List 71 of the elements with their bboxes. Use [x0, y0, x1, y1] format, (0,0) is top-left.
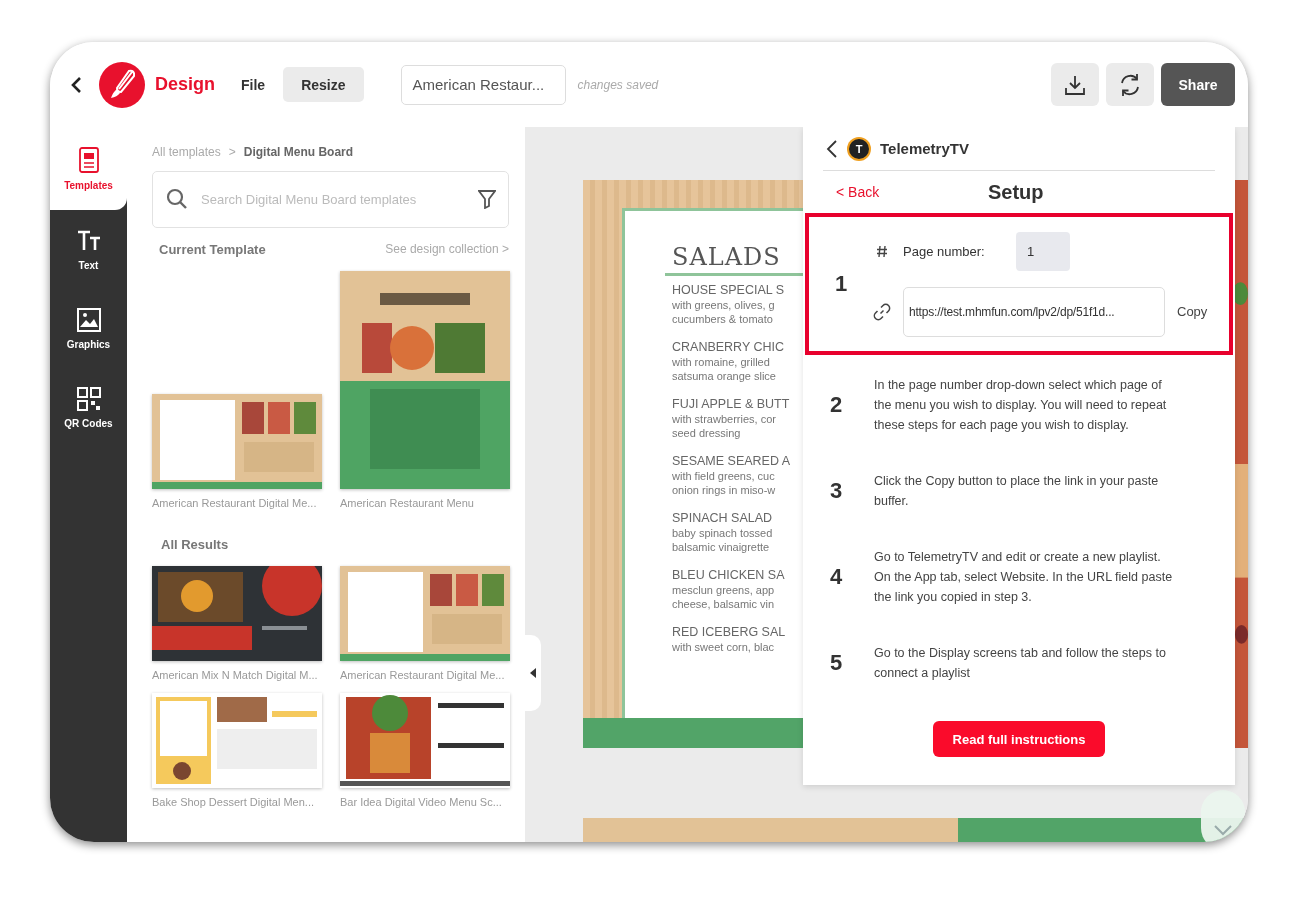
template-caption[interactable]: American Restaurant Digital Me... [152, 497, 322, 509]
instructions-button[interactable]: Read full instructions [933, 721, 1105, 757]
collapse-handle[interactable] [525, 635, 541, 711]
menu-item-name: BLEU CHICKEN SA [672, 567, 785, 583]
menu-item-name: FUJI APPLE & BUTT [672, 396, 790, 412]
template-caption[interactable]: Bake Shop Dessert Digital Men... [152, 796, 322, 808]
save-status: changes saved [577, 77, 659, 92]
menu-item-description: with field greens, cuc [672, 469, 775, 483]
back-link[interactable]: < Back [836, 184, 988, 200]
back-icon[interactable] [826, 138, 838, 159]
share-button[interactable]: Share [1161, 63, 1235, 106]
menu-item-description: with romaine, grilled [672, 355, 770, 369]
step-number: 4 [828, 564, 844, 590]
template-caption[interactable]: American Restaurant Menu [340, 497, 510, 509]
app-name: Design [155, 74, 215, 95]
document-title-field[interactable]: American Restaur... [400, 64, 566, 105]
menu-item-description: cucumbers & tomato [672, 312, 773, 326]
menu-button[interactable]: File [241, 67, 282, 102]
step-text: Go to the Display screens tab and follow the steps to connect a playlist [874, 645, 1167, 682]
step-text: Go to TelemetryTV and edit or create a new playlist. On the App tab, select Website. In the URL field paste the link you copied in step 3. [874, 549, 1174, 606]
step-number: 2 [828, 392, 844, 418]
search-icon [165, 187, 189, 211]
url-field[interactable]: https://test.mhmfun.com/lpv2/dp/51f1d... [903, 286, 1165, 337]
menu-item-description: with sweet corn, blac [672, 640, 775, 654]
brush-logo-icon [99, 61, 145, 108]
menu-item-description: cheese, balsamic vin [672, 597, 775, 611]
integration-name: TelemetryTV [880, 140, 969, 157]
template-caption[interactable]: American Mix N Match Digital M... [152, 669, 322, 681]
panel-title: Setup [988, 180, 1044, 204]
step-number: 1 [833, 271, 849, 297]
menu-item-description: satsuma orange slice [672, 369, 776, 383]
caret-icon [530, 668, 536, 678]
chevron-down-icon [1213, 824, 1233, 836]
template-caption[interactable]: American Restaurant Digital Me... [340, 669, 510, 681]
search-field[interactable]: Search Digital Menu Board templates [152, 171, 509, 228]
menu-title: SALADS [672, 243, 781, 271]
filter-icon[interactable] [478, 189, 496, 209]
download-button[interactable] [1051, 63, 1099, 106]
menu-item-name: HOUSE SPECIAL S [672, 282, 785, 298]
menu-item-description: mesclun greens, app [672, 583, 775, 597]
menu-item-name: SESAME SEARED A [672, 453, 791, 469]
link-icon [873, 302, 891, 321]
telemetry-logo: T [849, 138, 869, 159]
menu-item-name: RED ICEBERG SAL [672, 624, 786, 640]
page-number-dropdown[interactable]: 1 [1016, 231, 1070, 271]
template-icon [77, 146, 100, 174]
menu-button[interactable]: Resize [283, 67, 364, 102]
menu-item-description: balsamic vinaigrette [672, 540, 770, 554]
step-text: Click the Copy button to place the link in your paste buffer. [874, 473, 1160, 510]
menu-item-name: CRANBERRY CHIC [672, 339, 785, 355]
section-heading: All Results [161, 537, 230, 552]
breadcrumb-current[interactable]: Digital Menu Board [243, 145, 354, 159]
copy-button[interactable]: Copy [1177, 304, 1208, 319]
section-heading: Current Template [159, 242, 266, 257]
image-icon [75, 307, 102, 333]
template-caption[interactable]: Bar Idea Digital Video Menu Sc... [340, 796, 510, 808]
menu-item-description: with strawberries, cor [672, 412, 776, 426]
sidebar-tab[interactable]: Templates [50, 127, 127, 210]
menu-item-name: SPINACH SALAD [672, 510, 773, 526]
breadcrumb-separator: > [228, 145, 236, 159]
menu-item-description: baby spinach tossed [672, 526, 773, 540]
field-label: Page number: [903, 243, 986, 259]
step-number: 5 [828, 650, 844, 676]
menu-item-description: with greens, olives, g [672, 298, 775, 312]
qr-code-icon [75, 386, 102, 412]
back-icon[interactable] [70, 75, 82, 94]
step-text: In the page number drop-down select which page of the menu you wish to display. You will need to repeat these steps for each page you wish to display. [874, 377, 1168, 434]
step-number: 3 [828, 478, 844, 504]
sync-button[interactable] [1106, 63, 1154, 106]
menu-item-description: onion rings in miso-w [672, 483, 776, 497]
menu-item-description: seed dressing [672, 426, 741, 440]
